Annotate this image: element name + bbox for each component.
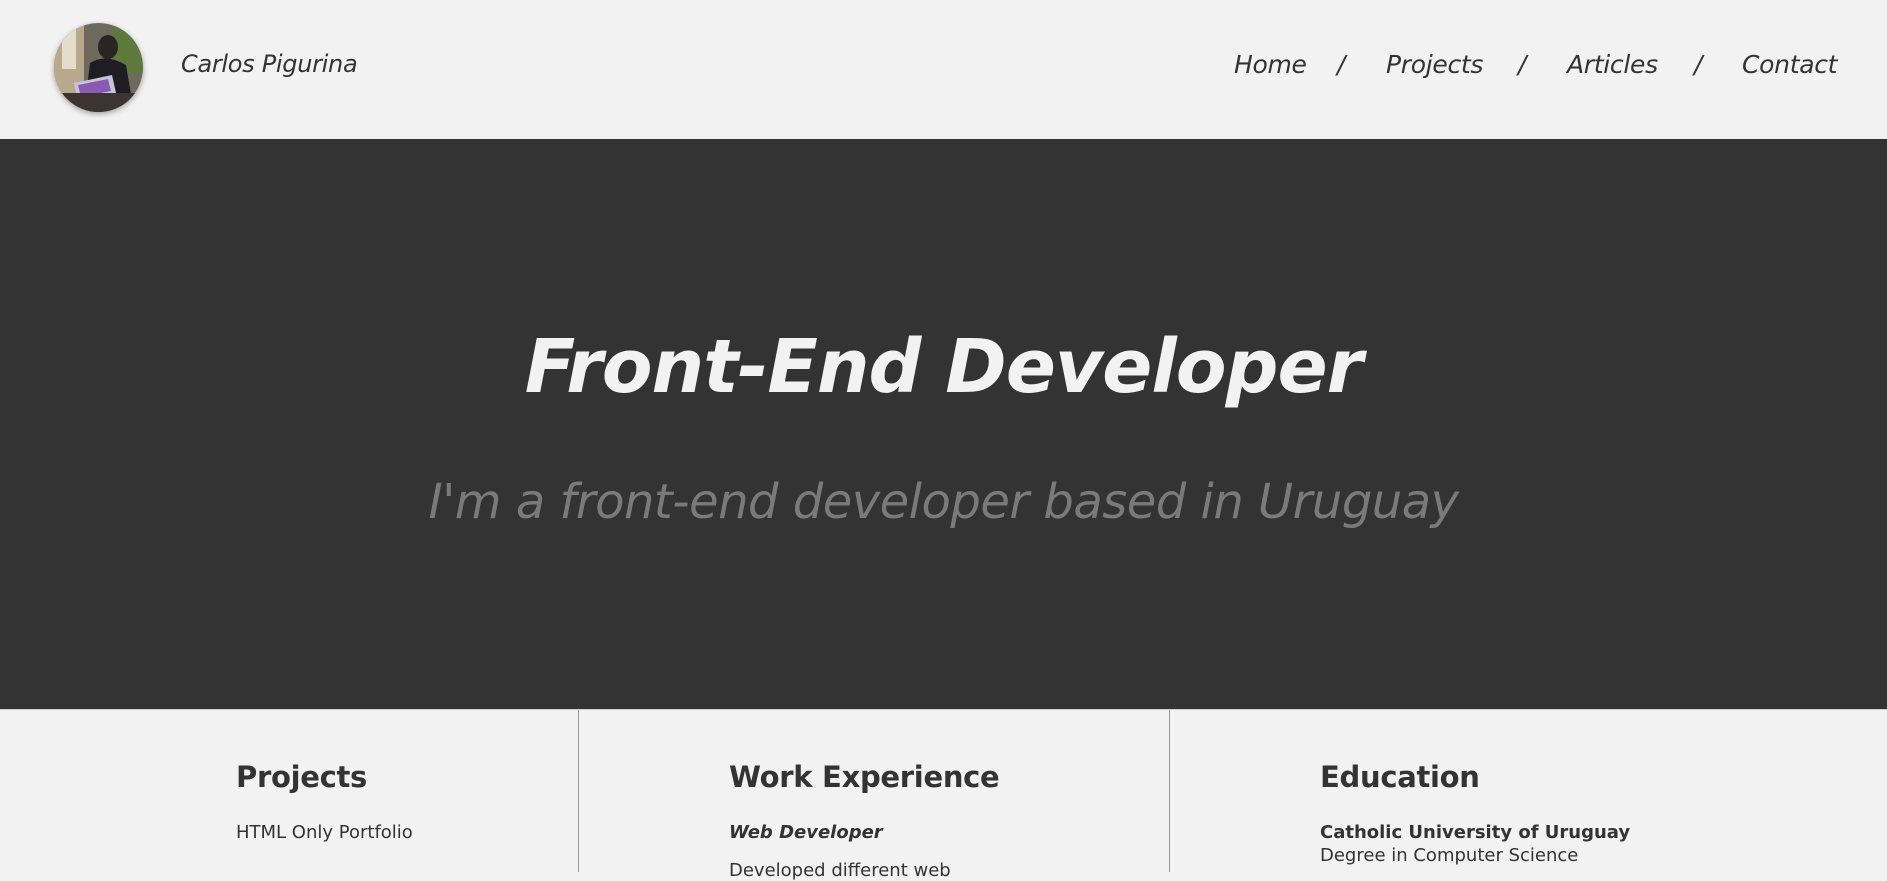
nav-home-link[interactable]: Home (1234, 50, 1307, 79)
hero-subtitle: I'm a front-end developer based in Urugu… (428, 474, 1459, 530)
nav-separator: / (1694, 50, 1703, 79)
education-heading: Education (1320, 760, 1480, 794)
nav-articles-link[interactable]: Articles (1567, 50, 1658, 79)
education-school: Catholic University of Uruguay (1320, 822, 1631, 843)
profile-photo-image (54, 23, 143, 112)
info-columns: Projects HTML Only Portfolio Work Experi… (0, 709, 1887, 881)
site-name[interactable]: Carlos Pigurina (181, 50, 358, 78)
projects-heading: Projects (236, 760, 368, 794)
work-role: Web Developer (729, 822, 883, 843)
nav-separator: / (1518, 50, 1527, 79)
work-experience-heading: Work Experience (729, 760, 1000, 794)
column-divider (578, 710, 579, 872)
site-header: Carlos Pigurina Home / Projects / Articl… (0, 0, 1887, 139)
column-divider (1169, 710, 1170, 872)
nav-contact-link[interactable]: Contact (1742, 50, 1837, 79)
project-link[interactable]: HTML Only Portfolio (236, 822, 413, 843)
education-degree: Degree in Computer Science (1320, 845, 1579, 866)
hero-title: Front-End Developer (524, 324, 1363, 410)
nav-projects-link[interactable]: Projects (1386, 50, 1483, 79)
avatar[interactable] (54, 23, 143, 112)
hero-banner: Front-End Developer I'm a front-end deve… (0, 139, 1887, 709)
nav-separator: / (1337, 50, 1346, 79)
